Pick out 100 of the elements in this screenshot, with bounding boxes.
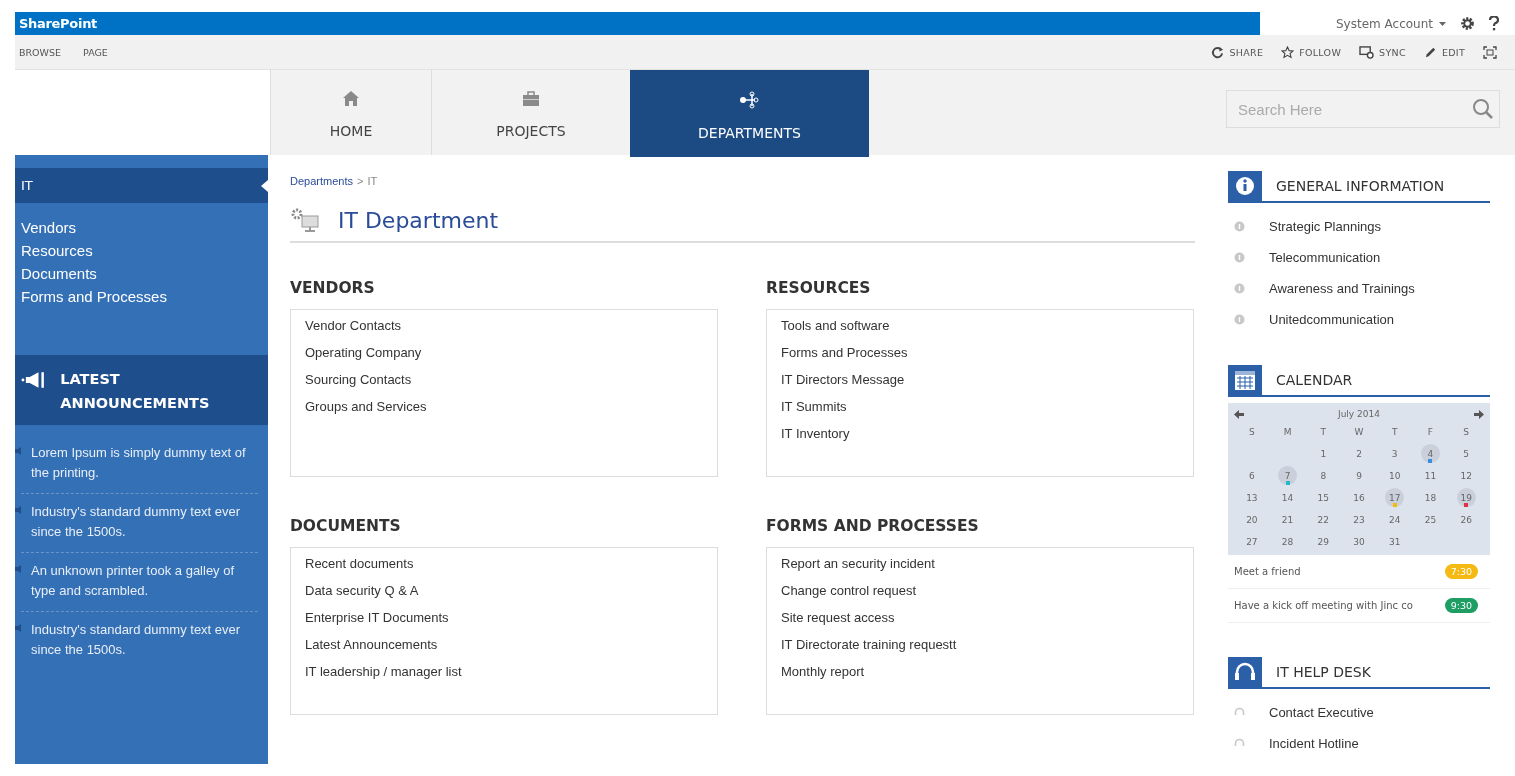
calendar-day[interactable]: 5 <box>1448 444 1484 463</box>
calendar-day[interactable]: 15 <box>1305 488 1342 507</box>
calendar-day[interactable]: 26 <box>1448 510 1484 529</box>
nav-tab[interactable]: DEPARTMENTS <box>630 70 869 157</box>
event-title[interactable]: Meet a friend <box>1234 566 1301 577</box>
ribbon-tab[interactable]: PAGE <box>83 46 108 58</box>
section-link[interactable]: Tools and software <box>781 318 1179 333</box>
event-day[interactable]: 7 <box>1278 466 1298 485</box>
section-link[interactable]: Forms and Processes <box>781 345 1179 360</box>
headset-bullet-icon <box>1234 707 1245 718</box>
section-link[interactable]: Data security Q & A <box>305 583 703 598</box>
next-arrow-icon[interactable] <box>1474 409 1484 419</box>
search-field[interactable]: Search Here <box>1226 90 1500 128</box>
section-link[interactable]: IT Directors Message <box>781 372 1179 387</box>
section-link[interactable]: IT leadership / manager list <box>305 664 703 679</box>
briefcase-icon <box>522 90 540 107</box>
announcement-text[interactable]: Industry's standard dummy text ever since the 1500s. <box>31 502 258 542</box>
section-link[interactable]: Enterprise IT Documents <box>305 610 703 625</box>
info-link[interactable]: Contact Executive <box>1269 705 1374 720</box>
megaphone-icon <box>21 371 47 389</box>
calendar-day[interactable]: 16 <box>1341 488 1377 507</box>
account-menu[interactable]: System Account <box>1336 16 1433 31</box>
bullet-icon <box>15 565 21 573</box>
calendar-day[interactable]: 10 <box>1376 466 1413 485</box>
event-title[interactable]: Have a kick off meeting with Jinc co <box>1234 600 1413 611</box>
calendar-day[interactable]: 9 <box>1341 466 1377 485</box>
calendar-day[interactable]: 24 <box>1376 510 1413 529</box>
sidebar-link[interactable]: Forms and Processes <box>21 288 268 305</box>
calendar-day[interactable]: 14 <box>1269 488 1306 507</box>
ribbon-action[interactable]: SYNC <box>1359 45 1406 59</box>
section-link[interactable]: Recent documents <box>305 556 703 571</box>
search-icon[interactable] <box>1472 98 1494 120</box>
info-link[interactable]: Unitedcommunication <box>1269 312 1394 327</box>
ribbon-action[interactable]: FOLLOW <box>1281 45 1342 59</box>
weekday-label: S <box>1248 425 1256 439</box>
calendar-day[interactable]: 27 <box>1234 532 1270 551</box>
calendar-day[interactable]: 11 <box>1412 466 1449 485</box>
section-link[interactable]: Latest Announcements <box>305 637 703 652</box>
network-icon <box>737 90 762 109</box>
settings-icon[interactable] <box>1460 16 1475 31</box>
calendar-day[interactable]: 21 <box>1269 510 1306 529</box>
event-day[interactable]: 4 <box>1420 444 1440 463</box>
calendar-day[interactable]: 12 <box>1448 466 1484 485</box>
calendar-day[interactable]: 13 <box>1234 488 1270 507</box>
calendar-day[interactable]: 30 <box>1341 532 1377 551</box>
section-link[interactable]: Change control request <box>781 583 1179 598</box>
event-day[interactable]: 19 <box>1456 488 1476 507</box>
calendar-day[interactable]: 20 <box>1234 510 1270 529</box>
section-link[interactable]: Site request access <box>781 610 1179 625</box>
event-day[interactable]: 17 <box>1385 488 1405 507</box>
info-link[interactable]: Telecommunication <box>1269 250 1381 265</box>
section-link[interactable]: Vendor Contacts <box>305 318 703 333</box>
headset-bullet-icon <box>1234 738 1245 749</box>
bullet-icon <box>15 506 21 514</box>
info-bullet-icon <box>1234 314 1245 325</box>
info-link[interactable]: Strategic Plannings <box>1269 219 1381 234</box>
sidebar-link[interactable]: Documents <box>21 265 268 282</box>
section-link[interactable]: IT Directorate training requestt <box>781 637 1179 652</box>
calendar-day[interactable]: 3 <box>1376 444 1413 463</box>
calendar-day[interactable]: 18 <box>1412 488 1449 507</box>
info-link[interactable]: Incident Hotline <box>1269 736 1359 751</box>
info-link[interactable]: Awareness and Trainings <box>1269 281 1415 296</box>
ribbon-action[interactable]: SHARE <box>1211 45 1264 59</box>
section-link[interactable]: Report an security incident <box>781 556 1179 571</box>
section-link[interactable]: Monthly report <box>781 664 1179 679</box>
sidebar-link[interactable]: Vendors <box>21 219 268 236</box>
calendar-day[interactable]: 2 <box>1341 444 1377 463</box>
section-link[interactable]: IT Summits <box>781 399 1179 414</box>
sidebar-link[interactable]: Resources <box>21 242 268 259</box>
section-link[interactable]: Groups and Services <box>305 399 703 414</box>
ribbon-tab[interactable]: BROWSE <box>19 46 62 58</box>
breadcrumb-link[interactable]: Departments <box>290 175 353 187</box>
calendar-day[interactable]: 8 <box>1305 466 1342 485</box>
calendar-day[interactable]: 1 <box>1305 444 1342 463</box>
caret-icon[interactable] <box>1439 21 1446 26</box>
section-link[interactable]: Sourcing Contacts <box>305 372 703 387</box>
brand-name[interactable]: SharePoint <box>19 16 97 31</box>
announcement-text[interactable]: Industry's standard dummy text ever since the 1500s. <box>31 620 258 660</box>
computer-gear-icon <box>290 207 320 233</box>
announcement-text[interactable]: An unknown printer took a galley of type and scrambled. <box>31 561 258 601</box>
section-heading: DOCUMENTS <box>290 517 402 535</box>
section-link[interactable]: Operating Company <box>305 345 703 360</box>
previous-arrow-icon[interactable] <box>1234 409 1244 419</box>
nav-tab[interactable]: HOME <box>270 70 432 155</box>
calendar-day[interactable]: 22 <box>1305 510 1342 529</box>
calendar-day[interactable]: 29 <box>1305 532 1342 551</box>
calendar-day[interactable]: 31 <box>1376 532 1413 551</box>
help-icon[interactable] <box>1489 16 1499 31</box>
breadcrumb-current: IT <box>367 175 378 187</box>
calendar-day[interactable]: 23 <box>1341 510 1377 529</box>
calendar-day[interactable]: 28 <box>1269 532 1306 551</box>
info-bullet-icon <box>1234 283 1245 294</box>
ribbon-action[interactable]: EDIT <box>1423 45 1465 59</box>
announcement-text[interactable]: Lorem Ipsum is simply dummy text of the printing. <box>31 443 258 483</box>
calendar-day[interactable]: 6 <box>1234 466 1270 485</box>
info-bullet-icon <box>1234 221 1245 232</box>
panel-title: GENERAL INFORMATION <box>1276 178 1445 194</box>
calendar-day[interactable]: 25 <box>1412 510 1449 529</box>
section-link[interactable]: IT Inventory <box>781 426 1179 441</box>
sidebar-heading[interactable]: IT <box>15 168 268 203</box>
